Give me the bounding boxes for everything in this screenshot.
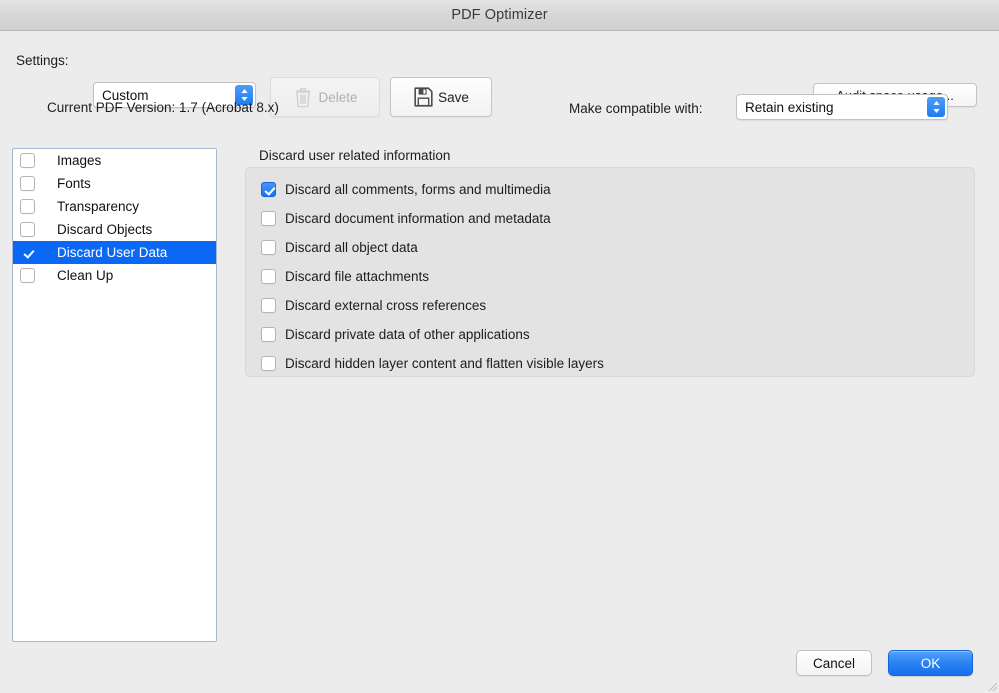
delete-button-label: Delete	[318, 90, 357, 105]
floppy-disk-icon	[413, 86, 434, 108]
current-pdf-version: Current PDF Version: 1.7 (Acrobat 8.x)	[47, 100, 279, 115]
sidebar-item-checkbox[interactable]	[20, 222, 35, 237]
ok-button[interactable]: OK	[888, 650, 973, 676]
delete-button: Delete	[270, 77, 380, 117]
settings-label: Settings:	[16, 53, 69, 68]
option-label: Discard all comments, forms and multimed…	[285, 182, 551, 197]
sidebar-item-checkbox[interactable]	[20, 199, 35, 214]
sidebar-item[interactable]: Discard User Data	[13, 241, 216, 264]
option-row[interactable]: Discard all comments, forms and multimed…	[246, 175, 974, 204]
ok-button-label: OK	[921, 656, 941, 671]
sidebar-item-label: Fonts	[57, 176, 91, 191]
sidebar-item[interactable]: Images	[13, 149, 216, 172]
option-checkbox[interactable]	[261, 298, 276, 313]
sidebar-item[interactable]: Discard Objects	[13, 218, 216, 241]
option-label: Discard external cross references	[285, 298, 486, 313]
make-compatible-dropdown[interactable]: Retain existing	[736, 94, 948, 120]
option-row[interactable]: Discard file attachments	[246, 262, 974, 291]
option-checkbox[interactable]	[261, 211, 276, 226]
sidebar-item-label: Transparency	[57, 199, 139, 214]
option-checkbox[interactable]	[261, 327, 276, 342]
option-label: Discard file attachments	[285, 269, 429, 284]
save-button[interactable]: Save	[390, 77, 492, 117]
discard-user-data-options-panel: Discard all comments, forms and multimed…	[245, 167, 975, 377]
sidebar-item-label: Images	[57, 153, 101, 168]
sidebar-item[interactable]: Fonts	[13, 172, 216, 195]
sidebar-item-label: Discard User Data	[57, 245, 167, 260]
optimizer-category-list[interactable]: Images Fonts Transparency Discard Objects Di…	[12, 148, 217, 642]
option-checkbox[interactable]	[261, 240, 276, 255]
save-button-label: Save	[438, 90, 469, 105]
window-title-bar: PDF Optimizer	[0, 0, 999, 31]
option-checkbox[interactable]	[261, 182, 276, 197]
sidebar-item-checkbox[interactable]	[20, 245, 35, 260]
sidebar-item-label: Discard Objects	[57, 222, 152, 237]
option-row[interactable]: Discard private data of other applicatio…	[246, 320, 974, 349]
trash-icon	[292, 85, 314, 109]
make-compatible-value: Retain existing	[737, 100, 834, 115]
option-row[interactable]: Discard document information and metadat…	[246, 204, 974, 233]
toolbar: Settings: Custom Delete Save Audit space	[0, 32, 999, 96]
option-checkbox[interactable]	[261, 356, 276, 371]
option-row[interactable]: Discard hidden layer content and flatten…	[246, 349, 974, 378]
option-label: Discard hidden layer content and flatten…	[285, 356, 604, 371]
option-label: Discard all object data	[285, 240, 418, 255]
sidebar-item[interactable]: Clean Up	[13, 264, 216, 287]
cancel-button-label: Cancel	[813, 656, 855, 671]
option-label: Discard private data of other applicatio…	[285, 327, 530, 342]
cancel-button[interactable]: Cancel	[796, 650, 872, 676]
sidebar-item-label: Clean Up	[57, 268, 113, 283]
option-row[interactable]: Discard external cross references	[246, 291, 974, 320]
sidebar-item-checkbox[interactable]	[20, 153, 35, 168]
sidebar-item[interactable]: Transparency	[13, 195, 216, 218]
sidebar-item-checkbox[interactable]	[20, 176, 35, 191]
option-label: Discard document information and metadat…	[285, 211, 551, 226]
make-compatible-label: Make compatible with:	[569, 101, 703, 116]
stepper-chevrons-icon[interactable]	[927, 97, 945, 117]
resize-grip-icon[interactable]	[984, 678, 998, 692]
window-title: PDF Optimizer	[451, 7, 547, 23]
option-checkbox[interactable]	[261, 269, 276, 284]
option-row[interactable]: Discard all object data	[246, 233, 974, 262]
panel-heading: Discard user related information	[259, 148, 450, 163]
sidebar-item-checkbox[interactable]	[20, 268, 35, 283]
